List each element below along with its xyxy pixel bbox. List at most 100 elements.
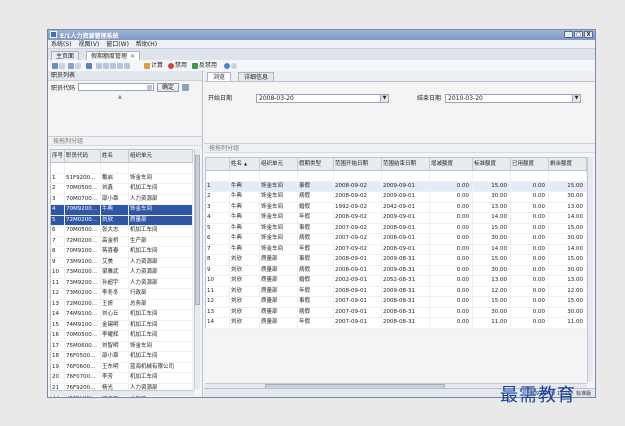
quota-row[interactable]: 7 牛典 饰金车间 年假 2007-09-02 2008-09-01 0.00 14.00 0.… bbox=[205, 244, 587, 255]
help-icon[interactable] bbox=[224, 62, 237, 69]
quota-row[interactable]: 3 牛典 饰金车间 婚假 1992-09-02 2042-09-01 0.00 13.00 0.… bbox=[205, 202, 587, 213]
quota-row[interactable]: 4 牛典 饰金车间 年假 2008-09-02 2009-09-01 0.00 14.00 0.… bbox=[205, 212, 587, 224]
employee-row[interactable]: 7 72M0200... 高金桥 生产部 bbox=[50, 236, 193, 247]
filter-icon[interactable] bbox=[182, 83, 190, 91]
quota-column-header[interactable]: 姓名 ▲ bbox=[229, 157, 260, 171]
employee-column-header[interactable]: 姓名 bbox=[100, 149, 129, 163]
employee-row[interactable]: 20 76F0700... 李芳 机加工车间 bbox=[50, 372, 193, 384]
close-tab-icon[interactable]: ✕ bbox=[130, 53, 135, 60]
quota-row[interactable]: 6 牛典 饰金车间 病假 2007-09-02 2008-09-01 0.00 30.00 0.… bbox=[205, 233, 587, 245]
filter-cell[interactable] bbox=[100, 162, 129, 174]
quota-column-header[interactable]: 范围开始日期 bbox=[333, 157, 382, 171]
splitter-handle-icon[interactable]: ▲ bbox=[118, 94, 122, 100]
quota-column-header[interactable]: 组织单元 bbox=[259, 157, 298, 171]
tab-home[interactable]: 主页面 bbox=[51, 51, 80, 60]
quota-column-header[interactable]: 假期类型 bbox=[297, 157, 334, 171]
employee-column-header[interactable]: 序号 bbox=[50, 149, 65, 163]
filter-row[interactable] bbox=[50, 162, 193, 174]
employee-row[interactable]: 15 74M9100... 金锡明 机加工车间 bbox=[50, 320, 193, 331]
filter-row[interactable] bbox=[205, 170, 587, 182]
menu-help[interactable]: 帮助(H) bbox=[136, 40, 157, 48]
quota-column-header[interactable]: 范围结束日期 bbox=[381, 157, 430, 171]
employee-row[interactable]: 17 75M0600... 刘智明 饰金车间 bbox=[50, 341, 193, 352]
employee-row[interactable]: 8 70M9100... 蒋喜春 机加工车间 bbox=[50, 246, 193, 258]
filter-cell[interactable] bbox=[50, 162, 65, 174]
quota-column-header[interactable]: 增减额度 bbox=[429, 157, 473, 171]
tab-browse[interactable]: 浏览 bbox=[207, 72, 232, 81]
save-icon[interactable] bbox=[68, 62, 81, 69]
quota-row[interactable]: 9 刘欣 质量部 病假 2008-09-01 2009-08-31 0.00 30.00 0.0… bbox=[205, 265, 587, 276]
employee-row[interactable]: 11 73M9200... 孙超宇 人力资源部 bbox=[50, 278, 193, 289]
employee-row[interactable]: 9 73M9100... 艾美 人力资源部 bbox=[50, 257, 193, 268]
filter-cell[interactable] bbox=[128, 162, 193, 174]
employee-vertical-scrollbar[interactable] bbox=[194, 149, 200, 389]
menu-window[interactable]: 窗口(W) bbox=[106, 40, 129, 48]
quota-column-header[interactable]: 标准额度 bbox=[472, 157, 511, 171]
edit-icon[interactable] bbox=[52, 62, 65, 69]
employee-row[interactable]: 6 70M0500... 张大志 机加工车间 bbox=[50, 225, 193, 237]
chevron-down-icon[interactable]: ▼ bbox=[572, 95, 580, 102]
employee-row[interactable]: 19 76F0600... 王东明 蓝海机械有限公司 bbox=[50, 362, 193, 373]
employee-code-input[interactable] bbox=[78, 83, 155, 91]
minimize-button[interactable]: _ bbox=[564, 31, 573, 38]
quota-row[interactable]: 11 刘欣 质量部 年假 2008-09-01 2009-08-31 0.00 12.00 0.… bbox=[205, 286, 587, 297]
quota-row[interactable]: 5 牛典 饰金车间 事假 2007-09-02 2008-09-01 0.00 15.00 0.… bbox=[205, 223, 587, 234]
quota-row[interactable]: 8 刘欣 质量部 事假 2008-09-01 2009-08-31 0.00 15.00 0.0… bbox=[205, 254, 587, 266]
menu-view[interactable]: 视图(V) bbox=[79, 40, 100, 48]
filter-cell[interactable] bbox=[205, 170, 230, 182]
filter-cell[interactable] bbox=[259, 170, 298, 182]
quota-row[interactable]: 14 刘欣 质量部 年假 2007-09-01 2008-08-31 0.00 11.00 0.… bbox=[205, 317, 587, 329]
employee-row[interactable]: 4 70M9200... 牛典 饰金车间 bbox=[50, 204, 193, 216]
employee-row[interactable]: 3 70M0700... 邵小章 人力资源部 bbox=[50, 194, 193, 205]
filter-cell[interactable] bbox=[429, 170, 473, 182]
close-button[interactable]: X bbox=[584, 31, 593, 38]
filter-cell[interactable] bbox=[548, 170, 587, 182]
employee-row[interactable]: 14 74M9100... 刘心丘 机加工车间 bbox=[50, 309, 193, 321]
chevron-down-icon[interactable]: ▼ bbox=[380, 95, 388, 102]
nav-icons[interactable] bbox=[96, 62, 130, 69]
filter-cell[interactable] bbox=[472, 170, 511, 182]
calc-button[interactable]: 计算 bbox=[144, 62, 163, 69]
quota-row[interactable]: 10 刘欣 质量部 婚假 2002-09-01 2052-08-31 0.00 13.00 0.… bbox=[205, 275, 587, 287]
employee-column-header[interactable]: 组织单元 bbox=[128, 149, 193, 163]
quota-column-header[interactable]: 已用额度 bbox=[510, 157, 549, 171]
filter-cell[interactable] bbox=[381, 170, 430, 182]
quota-cell: 30.00 bbox=[548, 265, 587, 276]
employee-row[interactable]: 16 70M0500... 李耀辉 机加工车间 bbox=[50, 330, 193, 342]
filter-cell[interactable] bbox=[229, 170, 260, 182]
employee-row[interactable]: 12 73M0200... 李冬冬 行政部 bbox=[50, 288, 193, 300]
tab-leave-quota[interactable]: 假期额度管理 ✕ bbox=[86, 51, 141, 60]
print-icon[interactable] bbox=[86, 62, 92, 69]
end-date-select[interactable]: 2010-03-20 ▼ bbox=[445, 94, 581, 103]
employee-row[interactable]: 18 76F0500... 邵小章 机加工车间 bbox=[50, 351, 193, 363]
quota-row[interactable]: 12 刘欣 质量部 事假 2007-09-01 2008-08-31 0.00 15.00 0.… bbox=[205, 296, 587, 308]
maximize-button[interactable]: □ bbox=[574, 31, 583, 38]
enable-button[interactable]: 反禁用 bbox=[192, 62, 217, 69]
tab-details[interactable]: 详细信息 bbox=[238, 72, 275, 81]
sort-arrow-icon[interactable]: ▲ bbox=[244, 161, 247, 166]
filter-cell[interactable] bbox=[297, 170, 334, 182]
employee-column-header[interactable]: 职员代码 bbox=[64, 149, 101, 163]
employee-row[interactable]: 2 70M0500... 刘鑫 机加工车间 bbox=[50, 183, 193, 195]
employee-row[interactable]: 13 72M0200... 王妍 总务部 bbox=[50, 299, 193, 310]
filter-cell[interactable] bbox=[510, 170, 549, 182]
employee-row[interactable]: 1 51F9200... 戴启 饰金车间 bbox=[50, 173, 193, 184]
employee-row[interactable]: 5 72M0200... 刘欣 质量部 bbox=[50, 215, 193, 226]
menu-system[interactable]: 系统(S) bbox=[51, 40, 72, 48]
quota-column-label: 组织单元 bbox=[261, 161, 284, 167]
filter-cell[interactable] bbox=[333, 170, 382, 182]
disable-button[interactable]: 禁用 bbox=[168, 62, 187, 69]
quota-row[interactable]: 2 牛典 饰金车间 病假 2008-09-02 2009-09-01 0.00 30.00 0.… bbox=[205, 191, 587, 203]
quota-column-header[interactable]: 剩余额度 bbox=[548, 157, 587, 171]
quota-row[interactable]: 13 刘欣 质量部 病假 2007-09-01 2008-08-31 0.00 30.00 0.… bbox=[205, 307, 587, 318]
scroll-thumb[interactable] bbox=[195, 155, 200, 305]
employee-row[interactable]: 10 73M0200... 梁雅武 人力资源部 bbox=[50, 267, 193, 279]
quota-cell: 14.00 bbox=[472, 244, 511, 255]
confirm-button[interactable]: 确定 bbox=[157, 82, 180, 92]
quota-vertical-scrollbar[interactable] bbox=[587, 157, 593, 382]
start-date-select[interactable]: 2008-03-20 ▼ bbox=[256, 94, 389, 103]
filter-cell[interactable] bbox=[64, 162, 101, 174]
employee-horizontal-scrollbar[interactable] bbox=[50, 390, 194, 396]
quota-row[interactable]: 1 牛典 饰金车间 事假 2008-09-02 2009-09-01 0.00 15.00 0.… bbox=[205, 181, 587, 192]
lookup-icon[interactable] bbox=[147, 85, 153, 90]
